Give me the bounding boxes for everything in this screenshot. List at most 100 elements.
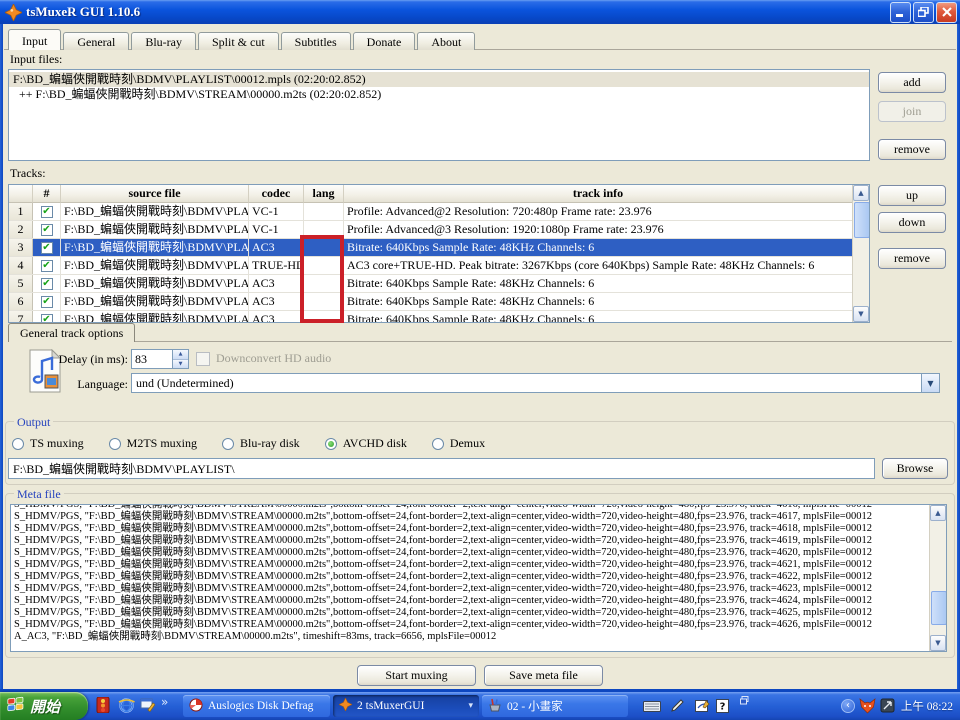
spin-buttons[interactable]: ▲▼ bbox=[172, 350, 188, 368]
tab[interactable]: Input bbox=[8, 29, 61, 50]
general-track-options-tab[interactable]: General track options bbox=[8, 323, 135, 342]
quick-launch-overflow-chevron[interactable]: » bbox=[161, 695, 168, 709]
track-remove-button[interactable]: remove bbox=[878, 248, 946, 269]
show-desktop-icon[interactable] bbox=[140, 697, 155, 712]
start-muxing-button[interactable]: Start muxing bbox=[357, 665, 476, 686]
tab[interactable]: Blu-ray bbox=[131, 32, 196, 50]
track-checkbox[interactable] bbox=[41, 242, 53, 254]
track-row-number: 4 bbox=[9, 257, 33, 274]
radio-icon[interactable] bbox=[12, 438, 24, 450]
track-checkbox[interactable] bbox=[41, 260, 53, 272]
language-combobox[interactable]: und (Undetermined) ▼ bbox=[131, 373, 940, 393]
track-checkbox-cell[interactable] bbox=[33, 311, 61, 323]
scroll-up-icon[interactable]: ▲ bbox=[853, 185, 869, 201]
metafile-scroll-thumb[interactable] bbox=[931, 591, 947, 625]
track-row[interactable]: 6 F:\BD_蝙蝠俠開戰時刻\BDMV\PLA··· AC3 Bitrate:… bbox=[9, 293, 853, 311]
close-button[interactable] bbox=[936, 2, 957, 23]
ink-pen-icon[interactable] bbox=[671, 699, 684, 713]
radio-icon[interactable] bbox=[432, 438, 444, 450]
track-checkbox[interactable] bbox=[41, 224, 53, 236]
radio-icon[interactable] bbox=[109, 438, 121, 450]
track-row-number: 6 bbox=[9, 293, 33, 310]
restore-button[interactable] bbox=[913, 2, 934, 23]
tab[interactable]: Split & cut bbox=[198, 32, 279, 50]
metafile-line: S_HDMV/PGS, "F:\BD_蝙蝠俠開戰時刻\BDMV\STREAM\0… bbox=[14, 523, 929, 535]
tray-collapse-icon[interactable]: ‹ bbox=[841, 699, 855, 713]
track-checkbox[interactable] bbox=[41, 314, 53, 324]
help-icon[interactable]: ? bbox=[716, 699, 729, 713]
track-checkbox-cell[interactable] bbox=[33, 257, 61, 274]
taskbar-window-tsmuxer[interactable]: 2 tsMuxerGUI ▾ bbox=[333, 695, 479, 717]
tsmuxer-icon bbox=[339, 698, 352, 714]
output-mode-radio[interactable]: Blu-ray disk bbox=[222, 436, 300, 451]
track-row[interactable]: 2 F:\BD_蝙蝠俠開戰時刻\BDMV\PLA··· VC-1 Profile… bbox=[9, 221, 853, 239]
track-row[interactable]: 7 F:\BD_蝙蝠俠開戰時刻\BDMV\PLA··· AC3 Bitrate:… bbox=[9, 311, 853, 323]
taskbar-window-label: Auslogics Disk Defrag bbox=[208, 700, 313, 712]
input-files-list[interactable]: F:\BD_蝙蝠俠開戰時刻\BDMV\PLAYLIST\00012.mpls (… bbox=[8, 69, 870, 161]
track-checkbox-cell[interactable] bbox=[33, 221, 61, 238]
track-up-button[interactable]: up bbox=[878, 185, 946, 206]
utility-tray-icon[interactable] bbox=[880, 698, 895, 717]
track-checkbox-cell[interactable] bbox=[33, 203, 61, 220]
col-header-source: source file bbox=[61, 185, 249, 203]
tracks-scrollbar[interactable]: ▲ ▼ bbox=[852, 185, 869, 322]
input-file-item[interactable]: F:\BD_蝙蝠俠開戰時刻\BDMV\PLAYLIST\00012.mpls (… bbox=[9, 72, 869, 87]
track-row-number: 7 bbox=[9, 311, 33, 323]
scroll-down-icon[interactable]: ▼ bbox=[930, 635, 946, 651]
delay-value[interactable]: 83 bbox=[132, 350, 172, 368]
flashget-icon[interactable] bbox=[96, 697, 110, 713]
internet-explorer-icon[interactable] bbox=[118, 697, 135, 714]
tab[interactable]: Subtitles bbox=[281, 32, 351, 50]
fox-tray-icon[interactable] bbox=[859, 698, 876, 718]
track-row[interactable]: 5 F:\BD_蝙蝠俠開戰時刻\BDMV\PLA··· AC3 Bitrate:… bbox=[9, 275, 853, 293]
output-path-field[interactable]: F:\BD_蝙蝠俠開戰時刻\BDMV\PLAYLIST\ bbox=[8, 458, 875, 479]
input-file-item[interactable]: ++ F:\BD_蝙蝠俠開戰時刻\BDMV\STREAM\00000.m2ts … bbox=[9, 87, 869, 102]
combo-arrow-icon[interactable]: ▼ bbox=[921, 374, 939, 392]
taskbar-window-auslogics[interactable]: Auslogics Disk Defrag bbox=[183, 695, 330, 717]
delay-spinbox[interactable]: 83 ▲▼ bbox=[131, 349, 189, 369]
tab[interactable]: Donate bbox=[353, 32, 416, 50]
metafile-textarea[interactable]: S_HDMV/PGS, "F:\BD_蝙蝠俠開戰時刻\BDMV\STREAM\0… bbox=[10, 504, 947, 652]
start-button[interactable]: 開始 bbox=[0, 692, 88, 720]
keyboard-layout-icon[interactable] bbox=[643, 701, 661, 712]
minimize-button[interactable] bbox=[890, 2, 911, 23]
track-checkbox-cell[interactable] bbox=[33, 293, 61, 310]
track-row[interactable]: 3 F:\BD_蝙蝠俠開戰時刻\BDMV\PLA··· AC3 Bitrate:… bbox=[9, 239, 853, 257]
track-checkbox-cell[interactable] bbox=[33, 275, 61, 292]
taskbar-window-paint[interactable]: 02 - 小畫家 bbox=[482, 695, 628, 717]
writing-pad-icon[interactable] bbox=[695, 699, 710, 713]
output-mode-radio[interactable]: AVCHD disk bbox=[325, 436, 407, 451]
start-label: 開始 bbox=[30, 696, 60, 717]
track-down-button[interactable]: down bbox=[878, 212, 946, 233]
track-checkbox[interactable] bbox=[41, 278, 53, 290]
track-row[interactable]: 1 F:\BD_蝙蝠俠開戰時刻\BDMV\PLA··· VC-1 Profile… bbox=[9, 203, 853, 221]
track-row-number: 1 bbox=[9, 203, 33, 220]
add-button[interactable]: add bbox=[878, 72, 946, 93]
output-mode-radio[interactable]: Demux bbox=[432, 436, 485, 451]
taskbar-clock[interactable]: 上午 08:22 bbox=[901, 692, 953, 720]
track-row-number: 2 bbox=[9, 221, 33, 238]
tab[interactable]: About bbox=[417, 32, 475, 50]
remove-file-button[interactable]: remove bbox=[878, 139, 946, 160]
tracks-rows: 1 F:\BD_蝙蝠俠開戰時刻\BDMV\PLA··· VC-1 Profile… bbox=[9, 203, 853, 323]
track-checkbox[interactable] bbox=[41, 206, 53, 218]
group-dropdown-icon[interactable]: ▾ bbox=[468, 701, 473, 711]
output-mode-radio[interactable]: M2TS muxing bbox=[109, 436, 197, 451]
output-mode-radio[interactable]: TS muxing bbox=[12, 436, 84, 451]
metafile-scrollbar[interactable]: ▲ ▼ bbox=[929, 505, 946, 651]
tracks-scroll-thumb[interactable] bbox=[854, 202, 870, 238]
scroll-down-icon[interactable]: ▼ bbox=[853, 306, 869, 322]
browse-button[interactable]: Browse bbox=[882, 458, 948, 479]
radio-icon[interactable] bbox=[222, 438, 234, 450]
save-meta-file-button[interactable]: Save meta file bbox=[484, 665, 603, 686]
track-codec: AC3 bbox=[249, 239, 304, 256]
scroll-up-icon[interactable]: ▲ bbox=[930, 505, 946, 521]
track-row[interactable]: 4 F:\BD_蝙蝠俠開戰時刻\BDMV\PLA··· TRUE-HD AC3 … bbox=[9, 257, 853, 275]
track-checkbox-cell[interactable] bbox=[33, 239, 61, 256]
tracks-table: # source file codec lang track info 1 F:… bbox=[8, 184, 870, 323]
radio-icon[interactable] bbox=[325, 438, 337, 450]
spin-down-icon: ▼ bbox=[173, 360, 188, 369]
tab[interactable]: General bbox=[63, 32, 129, 50]
language-bar-options-icon[interactable] bbox=[740, 696, 749, 705]
track-checkbox[interactable] bbox=[41, 296, 53, 308]
